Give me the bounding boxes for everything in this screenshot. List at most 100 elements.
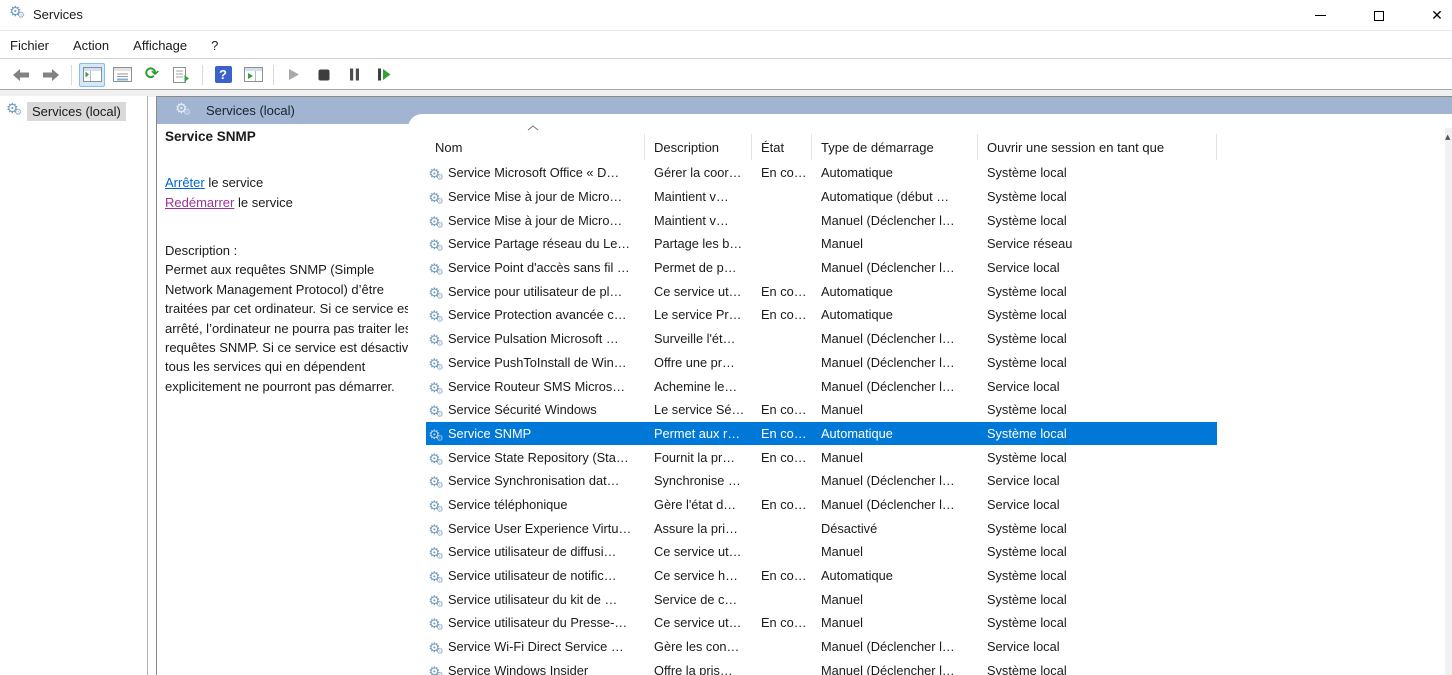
- cell-description: Assure la pri…: [645, 521, 752, 536]
- table-row[interactable]: ⚙⚙Service Synchronisation dat… Synchroni…: [426, 469, 1217, 493]
- table-row[interactable]: ⚙⚙Service Point d'accès sans fil … Perme…: [426, 256, 1217, 280]
- start-icon: [288, 68, 300, 81]
- table-row[interactable]: ⚙⚙Service utilisateur de notific… Ce ser…: [426, 564, 1217, 588]
- forward-button[interactable]: [38, 63, 64, 87]
- table-row[interactable]: ⚙⚙Service pour utilisateur de pl… Ce ser…: [426, 279, 1217, 303]
- cell-nom: Service Protection avancée c…: [448, 307, 627, 322]
- table-row[interactable]: ⚙⚙Service Protection avancée c… Le servi…: [426, 303, 1217, 327]
- cell-type-demarrage: Manuel (Déclencher l…: [812, 639, 978, 654]
- back-button[interactable]: [8, 63, 34, 87]
- service-gear-icon: ⚙⚙: [428, 335, 444, 347]
- table-row[interactable]: ⚙⚙Service Partage réseau du Le… Partage …: [426, 232, 1217, 256]
- show-console-tree-button[interactable]: [79, 63, 105, 87]
- cell-type-demarrage: Automatique (début …: [812, 189, 978, 204]
- properties-button[interactable]: [109, 63, 135, 87]
- service-gear-icon: ⚙⚙: [428, 382, 444, 394]
- service-gear-icon: ⚙⚙: [428, 548, 444, 560]
- restart-suffix: le service: [234, 195, 293, 210]
- cell-type-demarrage: Automatique: [812, 165, 978, 180]
- cell-nom: Service utilisateur de diffusi…: [448, 544, 616, 559]
- cell-type-demarrage: Manuel (Déclencher l…: [812, 663, 978, 675]
- show-action-pane-button[interactable]: [240, 63, 266, 87]
- cell-description: Offre la pris…: [645, 663, 752, 675]
- minimize-button[interactable]: [1297, 0, 1343, 31]
- cell-nom: Service Pulsation Microsoft …: [448, 331, 619, 346]
- table-row[interactable]: ⚙⚙Service utilisateur du Presse-… Ce ser…: [426, 611, 1217, 635]
- table-row[interactable]: ⚙⚙Service User Experience Virtu… Assure …: [426, 516, 1217, 540]
- help-button[interactable]: ?: [210, 63, 236, 87]
- maximize-button[interactable]: [1356, 0, 1402, 31]
- cell-nom: Service utilisateur du kit de …: [448, 592, 617, 607]
- export-list-button[interactable]: [169, 63, 195, 87]
- cell-nom: Service utilisateur du Presse-…: [448, 615, 627, 630]
- cell-ouvrir-session: Service local: [978, 473, 1217, 488]
- column-header-type-demarrage[interactable]: Type de démarrage: [812, 134, 978, 160]
- table-row[interactable]: ⚙⚙Service Mise à jour de Micro… Maintien…: [426, 185, 1217, 209]
- start-service-button[interactable]: [281, 63, 307, 87]
- column-header-ouvrir-session[interactable]: Ouvrir une session en tant que: [978, 134, 1217, 160]
- cell-type-demarrage: Manuel: [812, 615, 978, 630]
- table-row[interactable]: ⚙⚙ Service Pulsation Microsoft … Surveill…: [426, 327, 1217, 351]
- cell-description: Gère l'état d…: [645, 497, 752, 512]
- cell-description: Ce service ut…: [645, 544, 752, 559]
- table-row[interactable]: ⚙⚙Service Routeur SMS Micros… Achemine l…: [426, 374, 1217, 398]
- table-row[interactable]: ⚙⚙Service Sécurité Windows Le service Sé…: [426, 398, 1217, 422]
- menu-action[interactable]: Action: [61, 32, 121, 59]
- restart-service-button[interactable]: [371, 63, 397, 87]
- column-header-nom[interactable]: Nom: [426, 134, 645, 160]
- restart-service-link[interactable]: Redémarrer: [165, 195, 234, 210]
- table-row[interactable]: ⚙⚙Service téléphonique Gère l'état d… En…: [426, 493, 1217, 517]
- cell-type-demarrage: Manuel: [812, 402, 978, 417]
- cell-ouvrir-session: Système local: [978, 355, 1217, 370]
- cell-type-demarrage: Automatique: [812, 307, 978, 322]
- band-services-icon: ⚙⚙: [175, 103, 192, 119]
- cell-description: Le service Pr…: [645, 307, 752, 322]
- toolbar-separator: [273, 65, 274, 85]
- refresh-button[interactable]: ⟳: [139, 63, 165, 87]
- table-row[interactable]: ⚙⚙Service Wi-Fi Direct Service … Gère le…: [426, 635, 1217, 659]
- cell-nom: Service Wi-Fi Direct Service …: [448, 639, 624, 654]
- cell-ouvrir-session: Système local: [978, 189, 1217, 204]
- description-label: Description :: [165, 241, 421, 260]
- cell-description: Le service Sé…: [645, 402, 752, 417]
- table-row[interactable]: ⚙⚙Service State Repository (Sta… Fournit…: [426, 445, 1217, 469]
- cell-type-demarrage: Manuel (Déclencher l…: [812, 473, 978, 488]
- cell-description: Achemine le…: [645, 379, 752, 394]
- selected-service-title: Service SNMP: [165, 129, 433, 144]
- column-header-etat[interactable]: État: [752, 134, 812, 160]
- pause-service-button[interactable]: [341, 63, 367, 87]
- stop-service-line: Arrêter le service: [165, 173, 433, 193]
- column-header-description[interactable]: Description: [645, 134, 752, 160]
- menu-help[interactable]: ?: [199, 32, 230, 59]
- stop-icon: [318, 69, 330, 81]
- tree-item-services-local[interactable]: ⚙⚙ Services (local): [6, 100, 126, 122]
- table-row[interactable]: ⚙⚙Service Mise à jour de Micro… Maintien…: [426, 208, 1217, 232]
- stop-service-button[interactable]: [311, 63, 337, 87]
- table-row[interactable]: ⚙⚙ Service utilisateur de diffusi… Ce ser…: [426, 540, 1217, 564]
- service-gear-icon: ⚙⚙: [428, 429, 444, 441]
- cell-description: Ce service ut…: [645, 615, 752, 630]
- cell-description: Gérer la coor…: [645, 165, 752, 180]
- cell-description: Ce service h…: [645, 568, 752, 583]
- table-row[interactable]: ⚙⚙Service SNMP Permet aux r… En co… Auto…: [426, 422, 1217, 446]
- table-row[interactable]: ⚙⚙Service utilisateur du kit de … Servic…: [426, 587, 1217, 611]
- cell-description: Offre une pr…: [645, 355, 752, 370]
- vertical-scrollbar[interactable]: ▲: [1445, 128, 1452, 675]
- table-row[interactable]: ⚙⚙Service PushToInstall de Win… Offre un…: [426, 351, 1217, 375]
- close-button[interactable]: ✕: [1414, 0, 1452, 31]
- cell-description: Synchronise …: [645, 473, 752, 488]
- menu-affichage[interactable]: Affichage: [121, 32, 199, 59]
- properties-icon: [113, 67, 132, 82]
- table-row[interactable]: ⚙⚙Service Microsoft Office « D… Gérer la…: [426, 161, 1217, 185]
- cell-description: Surveille l'ét…: [645, 331, 752, 346]
- cell-nom: Service Windows Insider: [448, 663, 588, 675]
- stop-service-link[interactable]: Arrêter: [165, 175, 205, 190]
- cell-ouvrir-session: Système local: [978, 568, 1217, 583]
- table-row[interactable]: ⚙⚙Service Windows Insider Offre la pris……: [426, 658, 1217, 675]
- cell-nom: Service Mise à jour de Micro…: [448, 213, 622, 228]
- cell-ouvrir-session: Service local: [978, 379, 1217, 394]
- menu-fichier[interactable]: Fichier: [0, 32, 61, 59]
- action-pane-icon: [244, 67, 263, 82]
- cell-ouvrir-session: Système local: [978, 663, 1217, 675]
- service-gear-icon: ⚙⚙: [428, 263, 444, 275]
